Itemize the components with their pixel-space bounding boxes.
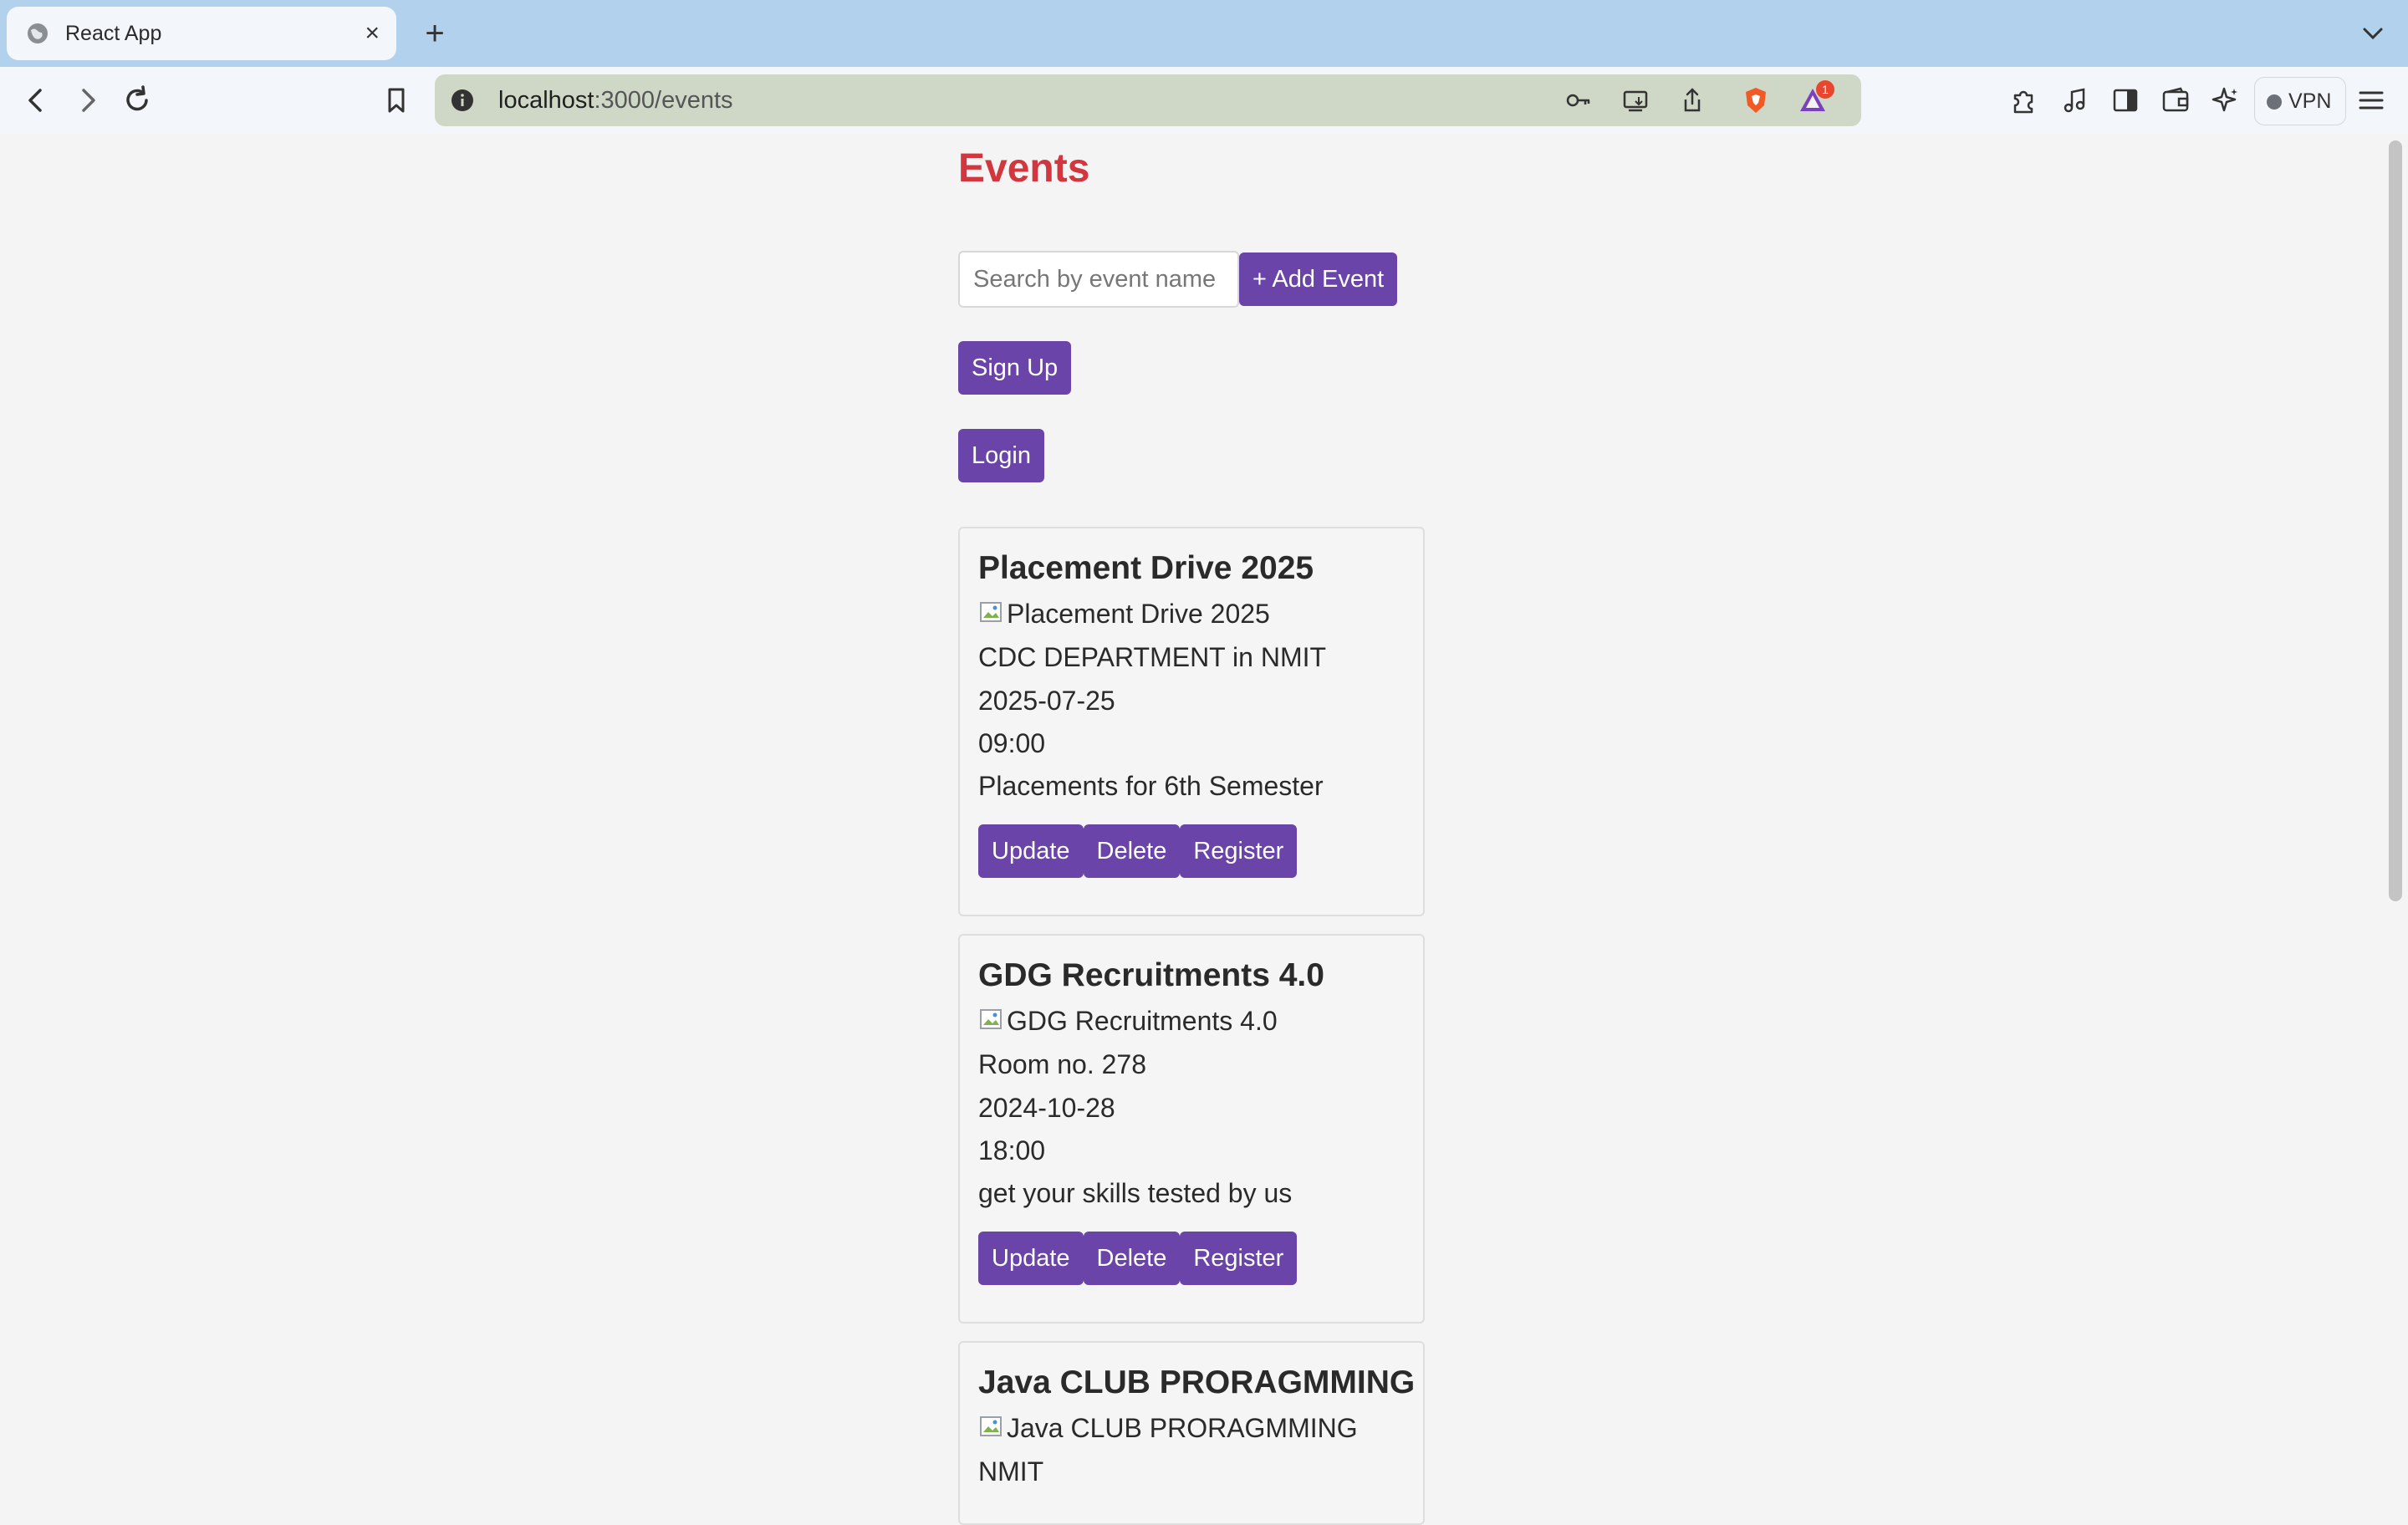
brave-shields-icon[interactable] (1741, 85, 1771, 115)
page-content: Events + Add Event Sign Up Login Placeme… (0, 134, 2385, 1525)
brave-rewards-button[interactable]: 1 (1798, 80, 1834, 115)
event-image: Placement Drive 2025 (978, 595, 1270, 632)
reload-icon[interactable] (119, 82, 156, 119)
browser-toolbar: localhost:3000/events 1 VPN (0, 67, 2408, 134)
event-title: Placement Drive 2025 (978, 550, 1314, 586)
extensions-icon[interactable] (2005, 82, 2042, 119)
close-tab-icon[interactable]: × (365, 7, 380, 60)
event-image-alt: GDG Recruitments 4.0 (1007, 1006, 1278, 1036)
broken-image-icon (980, 1416, 1002, 1436)
vpn-button[interactable]: VPN (2254, 77, 2346, 125)
event-card: GDG Recruitments 4.0 GDG Recruitments 4.… (958, 934, 1425, 1324)
vpn-label: VPN (2288, 89, 2332, 113)
broken-image-icon (980, 602, 1002, 622)
vpn-status-icon (2267, 94, 2282, 110)
install-app-icon[interactable] (1620, 85, 1650, 115)
address-bar[interactable]: localhost:3000/events 1 (435, 74, 1861, 126)
event-actions: Update Delete Register (978, 1232, 1298, 1285)
browser-tab[interactable]: React App × (7, 7, 396, 60)
scrollbar[interactable] (2385, 134, 2408, 1505)
url-path: :3000/events (594, 87, 733, 114)
event-image-alt: Java CLUB PRORAGMMING (1007, 1413, 1358, 1443)
event-date: 2025-07-25 (978, 686, 1115, 716)
scrollbar-thumb[interactable] (2389, 140, 2402, 901)
broken-image-icon (980, 1009, 1002, 1029)
event-location: Room no. 278 (978, 1049, 1147, 1079)
register-button[interactable]: Register (1180, 1232, 1298, 1285)
event-card: Placement Drive 2025 Placement Drive 202… (958, 527, 1425, 916)
music-note-icon[interactable] (2057, 82, 2094, 119)
delete-button[interactable]: Delete (1083, 824, 1181, 878)
event-title: GDG Recruitments 4.0 (978, 957, 1324, 993)
sidebar-icon[interactable] (2107, 82, 2144, 119)
forward-arrow-icon[interactable] (69, 82, 105, 119)
chevron-down-icon[interactable] (2356, 17, 2390, 50)
back-arrow-icon[interactable] (18, 82, 55, 119)
wallet-icon[interactable] (2157, 82, 2194, 119)
globe-icon (28, 23, 48, 43)
event-time: 09:00 (978, 728, 1046, 758)
register-button[interactable]: Register (1180, 824, 1298, 878)
event-description: get your skills tested by us (978, 1178, 1293, 1208)
event-time: 18:00 (978, 1135, 1046, 1165)
page-title: Events (958, 146, 1090, 191)
delete-button[interactable]: Delete (1083, 1232, 1181, 1285)
browser-tab-strip: React App × + (0, 0, 2408, 67)
event-image-alt: Placement Drive 2025 (1007, 599, 1270, 629)
info-icon[interactable] (448, 86, 477, 115)
bookmark-icon[interactable] (378, 82, 415, 119)
url-host: localhost (498, 87, 594, 114)
update-button[interactable]: Update (978, 824, 1084, 878)
share-icon[interactable] (1677, 85, 1707, 115)
sign-up-button[interactable]: Sign Up (958, 341, 1072, 395)
event-date: 2024-10-28 (978, 1093, 1115, 1123)
event-description: Placements for 6th Semester (978, 771, 1324, 801)
url-text[interactable]: localhost:3000/events (498, 74, 733, 126)
event-image: GDG Recruitments 4.0 (978, 1002, 1278, 1039)
event-actions: Update Delete Register (978, 824, 1298, 878)
add-event-button[interactable]: + Add Event (1239, 252, 1398, 306)
key-icon[interactable] (1564, 85, 1594, 115)
login-button[interactable]: Login (958, 429, 1044, 482)
event-card: Java CLUB PRORAGMMING Java CLUB PRORAGMM… (958, 1341, 1425, 1525)
event-location: CDC DEPARTMENT in NMIT (978, 642, 1327, 672)
event-title: Java CLUB PRORAGMMING (978, 1364, 1416, 1400)
tab-title: React App (65, 22, 162, 45)
search-input[interactable] (958, 251, 1239, 308)
event-location: NMIT (978, 1456, 1044, 1487)
hamburger-menu-icon[interactable] (2353, 82, 2390, 119)
update-button[interactable]: Update (978, 1232, 1084, 1285)
new-tab-button[interactable]: + (418, 12, 452, 55)
rewards-badge: 1 (1816, 80, 1834, 99)
event-image: Java CLUB PRORAGMMING (978, 1410, 1358, 1446)
leo-ai-icon[interactable] (2207, 82, 2244, 119)
